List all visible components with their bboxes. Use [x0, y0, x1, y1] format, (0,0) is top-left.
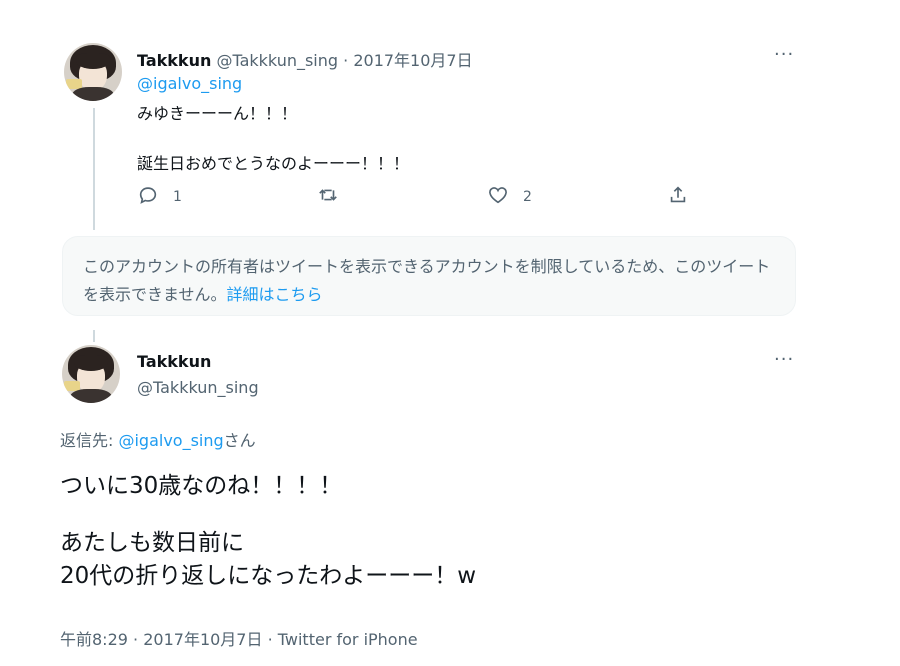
share-button[interactable]: [667, 184, 689, 210]
like-count: 2: [523, 189, 532, 205]
handle[interactable]: @Takkkun_sing: [137, 378, 259, 397]
restricted-notice: このアカウントの所有者はツイートを表示できるアカウントを制限しているため、このツ…: [62, 236, 796, 316]
thread-line: [93, 108, 95, 230]
separator: ·: [267, 630, 273, 649]
avatar[interactable]: [64, 43, 122, 101]
retweet-icon: [317, 184, 339, 210]
heart-icon: [487, 184, 509, 210]
mention-link[interactable]: @igalvo_sing: [137, 74, 242, 93]
separator: ·: [343, 51, 349, 70]
reply-button[interactable]: 1: [137, 184, 182, 210]
tweet-actions: 1 2: [137, 184, 697, 210]
more-icon[interactable]: ···: [774, 349, 794, 370]
tweet-text-line: 20代の折り返しになったわよーーー！w: [60, 563, 477, 589]
thread-line: [93, 330, 95, 342]
tweet-body: ついに30歳なのね！！！！ あたしも数日前に 20代の折り返しになったわよーーー…: [60, 470, 476, 593]
notice-text: このアカウントの所有者はツイートを表示できるアカウントを制限しているため、このツ…: [83, 257, 771, 304]
share-icon: [667, 184, 689, 210]
tweet-text-line: ついに30歳なのね！！！！: [60, 473, 343, 499]
avatar[interactable]: [62, 345, 120, 403]
tweet-time[interactable]: 午前8:29: [60, 630, 128, 649]
tweet-meta: 午前8:29 · 2017年10月7日 · Twitter for iPhone: [60, 626, 418, 650]
reply-prefix: 返信先:: [60, 431, 119, 450]
handle[interactable]: @Takkkun_sing: [216, 51, 338, 70]
tweet-date[interactable]: 2017年10月7日: [143, 630, 262, 649]
tweet-date[interactable]: 2017年10月7日: [353, 51, 472, 70]
display-name[interactable]: Takkkun: [137, 352, 211, 371]
tweet-text-line: 誕生日おめでとうなのよーーー！！！: [137, 154, 410, 173]
more-icon[interactable]: ···: [774, 44, 794, 65]
tweet-header: Takkkun @Takkkun_sing · 2017年10月7日: [137, 47, 473, 71]
separator: ·: [133, 630, 139, 649]
mention-link[interactable]: @igalvo_sing: [118, 431, 223, 450]
reply-icon: [137, 184, 159, 210]
retweet-button[interactable]: [317, 184, 339, 210]
reply-count: 1: [173, 189, 182, 205]
tweet-text-line: あたしも数日前に: [60, 530, 244, 556]
reply-suffix: さん: [223, 431, 256, 450]
tweet-text-line: みゆきーーーん！！！: [137, 104, 298, 123]
tweet-source: Twitter for iPhone: [277, 630, 418, 649]
reply-context: 返信先: @igalvo_singさん: [60, 427, 256, 451]
like-button[interactable]: 2: [487, 184, 532, 210]
display-name[interactable]: Takkkun: [137, 51, 211, 70]
learn-more-link[interactable]: 詳細はこちら: [227, 285, 323, 304]
